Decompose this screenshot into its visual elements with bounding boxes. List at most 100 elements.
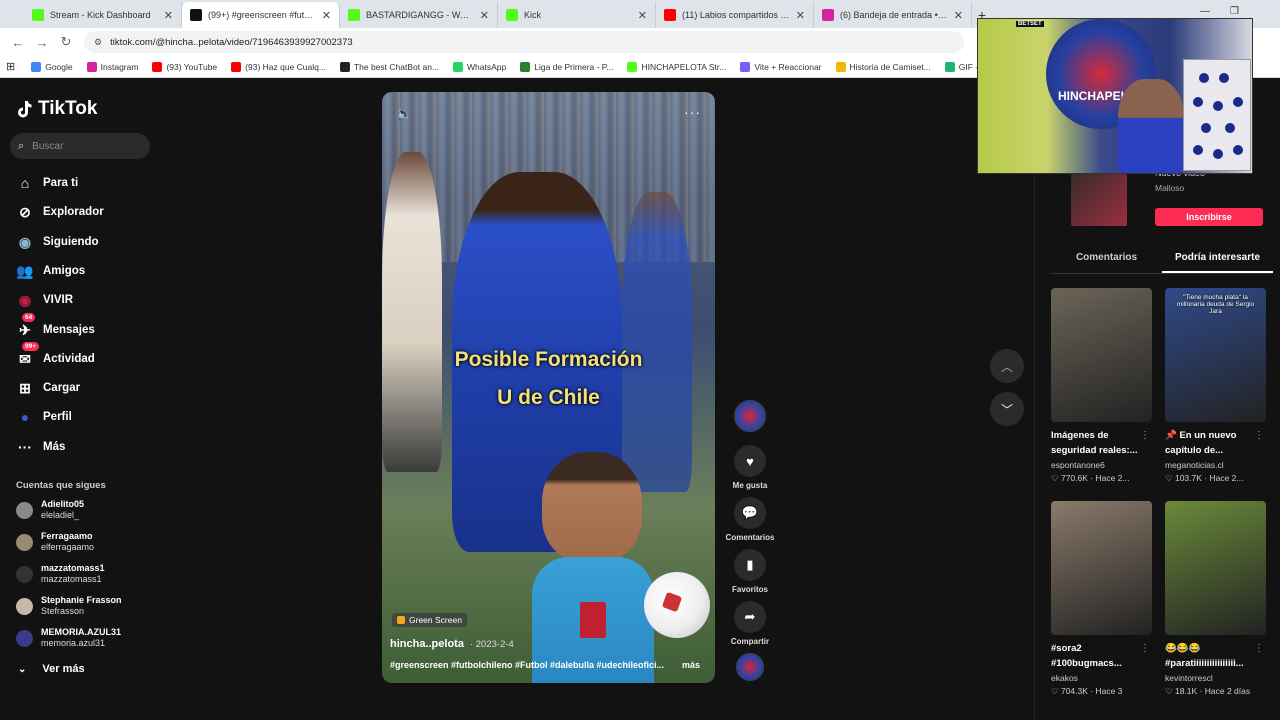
right-panel-tabs: Comentarios Podría interesarte [1051,248,1273,274]
tab-recommended[interactable]: Podría interesarte [1162,248,1273,273]
brand-name: TikTok [38,98,98,119]
green-screen-icon [397,616,405,624]
nav-item-vivir[interactable]: ◉ VIVIR [16,290,73,310]
back-icon[interactable]: ← [6,30,30,54]
recommended-video-card[interactable]: #sora2 #100bugmacs... ekakos ♡ 704.3K · Ha… [1051,501,1152,697]
followed-account[interactable]: mazzatomass1 mazzatomass1 [16,563,105,585]
following-header: Cuentas que sigues [16,480,106,491]
card-user[interactable]: kevintorrescl [1165,673,1266,683]
recommended-video-card[interactable]: "Tiene mucha plata" la millonaria deuda … [1165,288,1266,484]
bookmark-item[interactable]: WhatsApp [453,61,506,72]
browser-tab[interactable]: BASTARDIGANGG - Watch clip ✕ [340,2,498,28]
bookmark-item[interactable]: Instagram [86,61,138,72]
previous-video-button[interactable]: ︿ [990,349,1024,383]
followed-account[interactable]: Stephanie Frasson Stefrasson [16,595,122,617]
nav-item-label: Explorador [43,206,104,218]
forward-icon[interactable]: → [30,30,54,54]
card-more-icon[interactable]: ⋮ [1140,430,1150,441]
browser-tab[interactable]: Stream - Kick Dashboard ✕ [24,2,182,28]
apps-icon[interactable]: ⊞ [6,60,15,73]
tab-comments[interactable]: Comentarios [1051,248,1162,273]
bookmark-item[interactable]: Liga de Primera - P... [520,61,613,72]
nav-item-perfil[interactable]: ● Perfil [16,407,72,427]
search-icon: ⌕ [18,139,25,152]
close-tab-icon[interactable]: ✕ [796,9,805,22]
close-tab-icon[interactable]: ✕ [954,9,963,22]
followed-account[interactable]: Adielito05 eleladiel_ [16,499,84,521]
nav-item-cargar[interactable]: ⊞ Cargar [16,378,80,398]
reload-icon[interactable]: ↻ [54,30,78,54]
nav-item-m-s[interactable]: ··· Más [16,437,65,457]
chevron-up-icon: ︿ [1000,359,1013,374]
bookmark-item[interactable]: (93) YouTube [152,61,217,72]
nav-item-mensajes[interactable]: ✈ 64 Mensajes [16,313,95,340]
close-tab-icon[interactable]: ✕ [322,9,331,22]
video-thumbnail[interactable] [1165,501,1266,635]
video-player[interactable]: Posible Formación U de Chile 🔈 ··· Green… [382,92,715,683]
bookmark-item[interactable]: Vite + Reaccionar [740,61,822,72]
card-more-icon[interactable]: ⋮ [1254,430,1264,441]
nav-item-siguiendo[interactable]: ◉ Siguiendo [16,232,99,252]
card-title[interactable]: #sora2 #100bugmacs... [1051,641,1143,671]
maximize-icon[interactable]: ❐ [1230,6,1239,17]
video-thumbnail[interactable] [1051,501,1152,635]
tab-favicon-icon [664,9,676,21]
green-screen-tag[interactable]: Green Screen [392,613,467,627]
card-user[interactable]: espontanone6 [1051,460,1152,470]
bookmark-item[interactable]: (93) Haz que Cualq... [231,61,326,72]
browser-tab[interactable]: (6) Bandeja de entrada • Chats ✕ [814,2,972,28]
subscribe-button[interactable]: Inscribirse [1155,208,1263,226]
next-video-button[interactable]: ﹀ [990,392,1024,426]
sound-disc[interactable] [722,653,778,681]
card-more-icon[interactable]: ⋮ [1140,643,1150,654]
more-options-icon[interactable]: ··· [684,104,701,120]
card-title[interactable]: 😂😂😂 #paratiiiiiiiiiiiiiiii... [1165,641,1257,671]
caption-more-link[interactable]: más [682,660,700,670]
bookmark-item[interactable]: Historia de Camiset... [835,61,931,72]
right-panel: Nuevo video Malloso Inscribirse Comentar… [1034,78,1280,720]
close-tab-icon[interactable]: ✕ [164,9,173,22]
search-input[interactable]: ⌕ Buscar [10,133,150,159]
video-thumbnail[interactable]: "Tiene mucha plata" la millonaria deuda … [1165,288,1266,422]
nav-item-para-ti[interactable]: ⌂ Para ti [16,173,78,193]
minimize-icon[interactable]: — [1200,6,1210,17]
nav-item-explorador[interactable]: ⊘ Explorador [16,202,104,222]
url-field[interactable]: ⚙ tiktok.com/@hincha..pelota/video/71964… [84,31,964,53]
recommended-video-card[interactable]: Imágenes de seguridad reales:... espontan… [1051,288,1152,484]
share-button[interactable]: ➦ Compartir [722,601,778,646]
notification-badge: 99+ [22,342,40,351]
tiktok-logo[interactable]: TikTok [16,98,97,120]
volume-icon[interactable]: 🔈 [396,106,412,122]
tab-favicon-icon [822,9,834,21]
favorites-button[interactable]: ▮ Favoritos [722,549,778,594]
bookmark-item[interactable]: Google [31,61,73,72]
card-title[interactable]: 📌 En un nuevo capítulo de... [1165,428,1257,458]
nav-item-actividad[interactable]: ✉ 99+ Actividad [16,342,95,369]
comments-button[interactable]: 💬 Comentarios [722,497,778,542]
browser-tab[interactable]: Kick ✕ [498,2,656,28]
browser-tab[interactable]: (11) Labios compartidos - Los ✕ [656,2,814,28]
nav-item-amigos[interactable]: 👥 Amigos [16,261,85,281]
bookmark-item[interactable]: HINCHAPELOTA Str... [627,61,726,72]
followed-account[interactable]: Ferragaamo elferragaamo [16,531,94,553]
recommended-video-card[interactable]: 😂😂😂 #paratiiiiiiiiiiiiiiii... kevintorres… [1165,501,1266,697]
followed-account[interactable]: MEMORIA.AZUL31 memoria.azul31 [16,627,121,649]
comment-icon: 💬 [734,497,766,529]
video-author[interactable]: hincha..pelota · 2023-2-4 [390,638,514,650]
card-more-icon[interactable]: ⋮ [1254,643,1264,654]
promo-thumbnail[interactable] [1071,174,1127,226]
card-user[interactable]: meganoticias.cl [1165,460,1266,470]
bookmark-item[interactable]: The best ChatBot an... [339,61,439,72]
video-caption[interactable]: #greenscreen #futbolchileno #Futbol #dal… [390,660,710,670]
browser-tab[interactable]: (99+) #greenscreen #futbol ✕ [182,2,340,28]
card-user[interactable]: ekakos [1051,673,1152,683]
video-thumbnail[interactable] [1051,288,1152,422]
card-title[interactable]: Imágenes de seguridad reales:... [1051,428,1143,458]
like-button[interactable]: ♥ Me gusta [722,445,778,490]
creator-avatar[interactable] [722,400,778,432]
site-info-icon[interactable]: ⚙ [94,37,102,48]
close-tab-icon[interactable]: ✕ [480,9,489,22]
close-tab-icon[interactable]: ✕ [638,9,647,22]
see-more-button[interactable]: ⌄ Ver más [18,663,85,675]
thumbnail-caption: "Tiene mucha plata" la millonaria deuda … [1176,294,1255,315]
